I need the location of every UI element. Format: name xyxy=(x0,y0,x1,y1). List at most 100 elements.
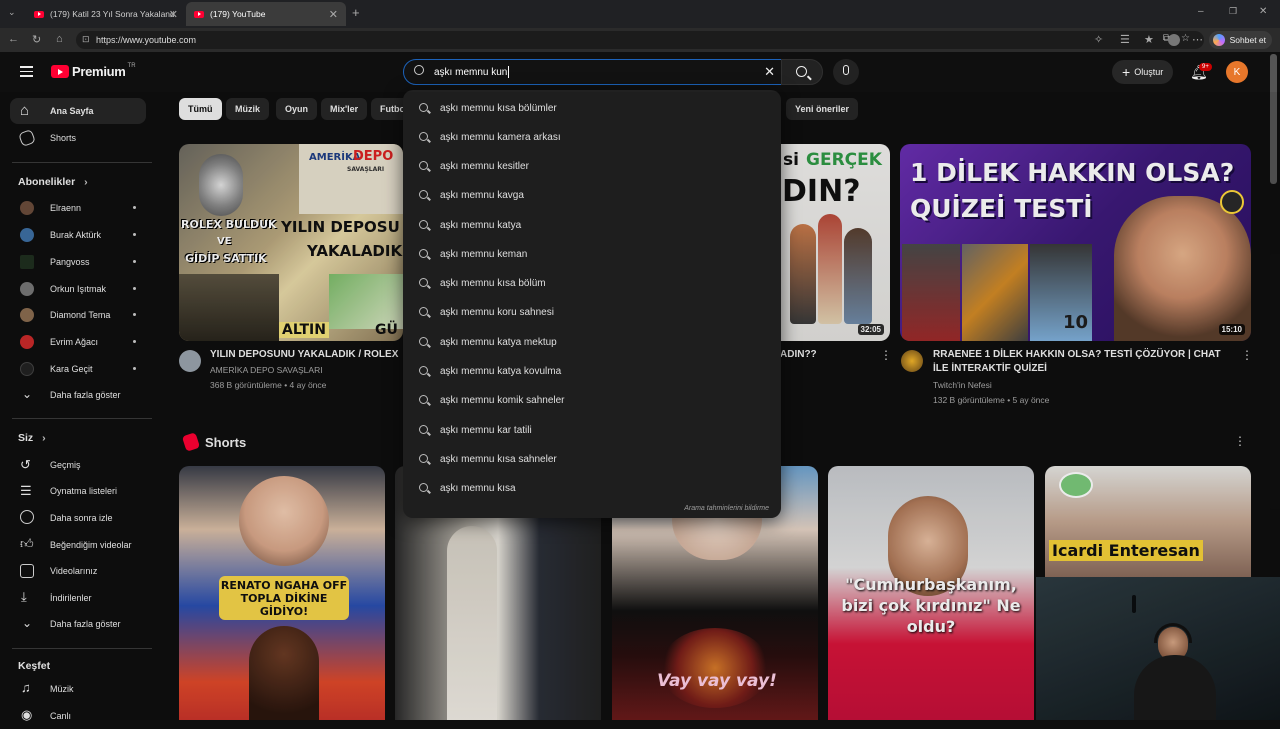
chip-new-suggestions[interactable]: Yeni öneriler xyxy=(786,98,859,120)
chip-all[interactable]: Tümü xyxy=(179,98,222,120)
new-content-dot xyxy=(133,340,136,343)
search-input[interactable]: aşkı memnu kun ✕ xyxy=(403,59,782,85)
sidebar-item-label: Geçmiş xyxy=(50,460,81,470)
video-title[interactable]: YILIN DEPOSUNU YAKALADIK / ROLEX xyxy=(210,348,400,362)
video-title[interactable]: ADIN?? xyxy=(780,348,817,362)
video-thumbnail[interactable]: AMERİKA DEPO SAVAŞLARI ROLEX BULDUK VE G… xyxy=(179,144,403,341)
minimize-icon[interactable]: – xyxy=(1198,6,1204,17)
sidebar-subs-show-more[interactable]: ⌄ Daha fazla göster xyxy=(10,382,146,408)
sidebar-item-music[interactable]: ♫ Müzik xyxy=(10,676,146,702)
sidebar-item-label: Videolarınız xyxy=(50,566,98,576)
browser-tab-0[interactable]: (179) Katil 23 Yıl Sonra Yakalandığ ✕ xyxy=(26,2,186,26)
subscriptions-heading[interactable]: Abonelikler › xyxy=(18,176,88,188)
collections-icon[interactable]: ★ xyxy=(1144,33,1154,46)
download-icon: ⤓ xyxy=(21,589,27,604)
bookmark-star-icon[interactable]: ☆ xyxy=(1181,33,1190,44)
sidebar-item-shorts[interactable]: Shorts xyxy=(10,125,146,151)
divider xyxy=(12,648,152,649)
you-heading[interactable]: Siz › xyxy=(18,432,46,444)
more-menu-icon[interactable]: ⋯ xyxy=(1192,33,1203,46)
shorts-more-icon[interactable]: ⋮ xyxy=(1234,434,1246,448)
suggestion-item[interactable]: aşkı memnu katya kovulma xyxy=(403,357,781,386)
video-title[interactable]: RRAENEE 1 DİLEK HAKKIN OLSA? TESTİ ÇÖZÜY… xyxy=(933,348,1233,376)
sidebar-sub-karagecit[interactable]: Kara Geçit xyxy=(10,356,146,382)
tab-close-icon[interactable]: ✕ xyxy=(329,8,338,21)
voice-search-button[interactable] xyxy=(833,59,859,85)
sidebar-item-watch-later[interactable]: Daha sonra izle xyxy=(10,505,146,531)
search-button[interactable] xyxy=(781,59,823,85)
sidebar-item-your-videos[interactable]: Videolarınız xyxy=(10,558,146,584)
clear-search-icon[interactable]: ✕ xyxy=(764,64,775,80)
chip-football[interactable]: Futbo xyxy=(371,98,405,120)
reload-icon[interactable]: ↻ xyxy=(32,33,41,46)
suggestion-item[interactable]: aşkı memnu kar tatili xyxy=(403,416,781,445)
sidebar-you-show-more[interactable]: ⌄ Daha fazla göster xyxy=(10,611,146,637)
create-button-label: Oluştur xyxy=(1134,67,1164,77)
short-thumbnail[interactable]: RENATO NGAHA OFF TOPLA DİKİNE GİDİYO! xyxy=(179,466,385,720)
browser-tab-1[interactable]: (179) YouTube ✕ xyxy=(186,2,346,26)
search-icon xyxy=(414,65,424,75)
suggestion-item[interactable]: aşkı memnu kavga xyxy=(403,181,781,210)
sidebar-item-live[interactable]: ◉ Canlı xyxy=(10,703,146,729)
short-thumbnail[interactable]: "Cumhurbaşkanım, bizi çok kırdınız" Ne o… xyxy=(828,466,1034,720)
sidebar-sub-evrim[interactable]: Evrim Ağacı xyxy=(10,329,146,355)
suggestion-item[interactable]: aşkı memnu kısa bölüm xyxy=(403,269,781,298)
sidebar-item-playlists[interactable]: ☰ Oynatma listeleri xyxy=(10,478,146,504)
search-icon xyxy=(419,249,428,258)
sidebar-item-liked-videos[interactable]: 👍︎ Beğendiğim videolar xyxy=(10,532,146,558)
sidebar-item-history[interactable]: ↺ Geçmiş xyxy=(10,452,146,478)
sidebar-item-downloads[interactable]: ⤓ İndirilenler xyxy=(10,585,146,611)
new-tab-icon[interactable]: + xyxy=(352,5,360,20)
sidebar-sub-orkun[interactable]: Orkun Işıtmak xyxy=(10,276,146,302)
channel-name[interactable]: Twitch'in Nefesi xyxy=(933,378,992,393)
account-avatar[interactable]: K xyxy=(1226,61,1248,83)
suggestion-item[interactable]: aşkı memnu keman xyxy=(403,240,781,269)
suggestion-item[interactable]: aşkı memnu kısa xyxy=(403,474,781,503)
short-thumbnail[interactable]: Icardi Enteresan xyxy=(1045,466,1251,577)
suggestion-item[interactable]: aşkı memnu katya xyxy=(403,211,781,240)
search-icon xyxy=(419,161,428,170)
report-predictions-link[interactable]: Arama tahminlerini bildirme xyxy=(684,505,769,512)
sidebar-sub-pangvoss[interactable]: Pangvoss xyxy=(10,249,146,275)
tab-list-icon[interactable]: ⌄ xyxy=(8,7,16,18)
chat-button[interactable]: Sohbet et xyxy=(1208,31,1272,49)
home-icon[interactable]: ⌂ xyxy=(56,33,63,45)
channel-avatar[interactable] xyxy=(179,350,201,372)
suggestion-item[interactable]: aşkı memnu koru sahnesi xyxy=(403,298,781,327)
sidebar-sub-elraenn[interactable]: Elraenn xyxy=(10,195,146,221)
more-actions-icon[interactable]: ⋮ xyxy=(1241,348,1253,362)
chip-mixes[interactable]: Mix'ler xyxy=(321,98,368,120)
suggestion-item[interactable]: aşkı memnu kısa sahneler xyxy=(403,445,781,474)
sidebar-item-home[interactable]: ⌂ Ana Sayfa xyxy=(10,98,146,124)
suggestion-item[interactable]: aşkı memnu kamera arkası xyxy=(403,123,781,152)
chip-gaming[interactable]: Oyun xyxy=(276,98,318,120)
suggestion-item[interactable]: aşkı memnu komik sahneler xyxy=(403,386,781,415)
channel-avatar[interactable] xyxy=(901,350,923,372)
divider xyxy=(12,418,152,419)
youtube-logo[interactable]: Premium TR xyxy=(51,63,136,79)
sidebar-item-label: Daha sonra izle xyxy=(50,513,113,523)
sidebar-sub-diamond[interactable]: Diamond Tema xyxy=(10,302,146,328)
more-actions-icon[interactable]: ⋮ xyxy=(880,348,892,362)
close-window-icon[interactable]: ✕ xyxy=(1259,6,1267,17)
profile-icon[interactable] xyxy=(1168,34,1180,46)
url-field[interactable]: ⊡ https://www.youtube.com ☆ ⧉ xyxy=(76,31,1204,49)
maximize-icon[interactable]: ❐ xyxy=(1229,6,1237,17)
back-icon[interactable]: ← xyxy=(8,33,19,45)
create-button[interactable]: + Oluştur xyxy=(1112,60,1174,84)
tab-close-icon[interactable]: ✕ xyxy=(169,8,178,21)
video-thumbnail[interactable]: 1 DİLEK HAKKIN OLSA? QUİZEİ TESTİ 10 15:… xyxy=(900,144,1251,341)
suggestion-item[interactable]: aşkı memnu kısa bölümler xyxy=(403,94,781,123)
favorites-icon[interactable]: ☰ xyxy=(1120,33,1130,46)
sidebar-sub-burak[interactable]: Burak Aktürk xyxy=(10,222,146,248)
channel-name[interactable]: AMERİKA DEPO SAVAŞLARI xyxy=(210,363,323,378)
suggestion-item[interactable]: aşkı memnu katya mektup xyxy=(403,328,781,357)
search-icon xyxy=(419,220,428,229)
site-info-icon[interactable]: ⊡ xyxy=(82,34,90,45)
suggestion-item[interactable]: aşkı memnu kesitler xyxy=(403,152,781,181)
chip-music[interactable]: Müzik xyxy=(226,98,270,120)
menu-icon[interactable] xyxy=(20,66,33,80)
store-image xyxy=(179,274,279,341)
page-scrollbar[interactable] xyxy=(1270,54,1277,184)
extensions-icon[interactable]: ✧ xyxy=(1094,33,1103,46)
